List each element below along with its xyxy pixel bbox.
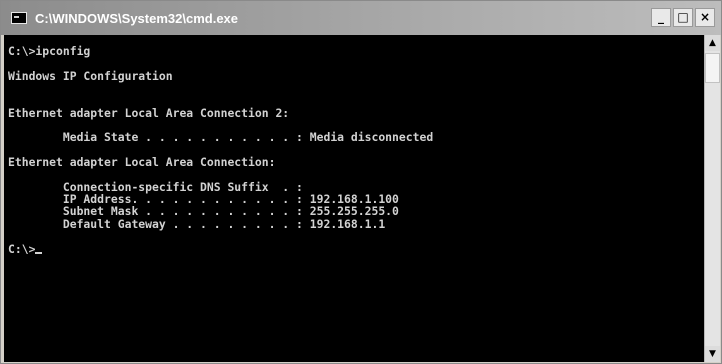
console-line: C:\>ipconfig <box>8 44 91 58</box>
console-line: Ethernet adapter Local Area Connection 2… <box>8 105 290 120</box>
console-line: Media State . . . . . . . . . . . : Medi… <box>8 130 434 145</box>
minimize-button[interactable]: _ <box>651 8 671 27</box>
text-cursor <box>35 251 43 254</box>
maximize-button[interactable]: □ <box>673 8 693 27</box>
scroll-down-arrow-icon[interactable]: ▼ <box>705 346 720 362</box>
close-button[interactable]: × <box>695 8 715 27</box>
console-text: C:\>ipconfig Windows IP Configuration Et… <box>4 35 704 255</box>
prompt-line: C:\> <box>8 241 36 256</box>
vertical-scrollbar[interactable]: ▲ ▼ <box>704 35 720 362</box>
console-icon[interactable] <box>11 12 27 24</box>
title-bar[interactable]: C:\WINDOWS\System32\cmd.exe _ □ × <box>1 1 721 35</box>
scroll-up-arrow-icon[interactable]: ▲ <box>705 35 720 51</box>
window-controls: _ □ × <box>651 8 715 27</box>
console-line: Default Gateway . . . . . . . . . : 192.… <box>8 216 386 231</box>
console-output-area[interactable]: C:\>ipconfig Windows IP Configuration Et… <box>4 35 704 362</box>
scrollbar-thumb[interactable] <box>705 53 720 83</box>
window-title: C:\WINDOWS\System32\cmd.exe <box>35 10 239 26</box>
console-line: Windows IP Configuration <box>8 68 173 83</box>
command-prompt-window: C:\WINDOWS\System32\cmd.exe _ □ × C:\>ip… <box>0 0 722 364</box>
console-line: Ethernet adapter Local Area Connection: <box>8 155 276 170</box>
